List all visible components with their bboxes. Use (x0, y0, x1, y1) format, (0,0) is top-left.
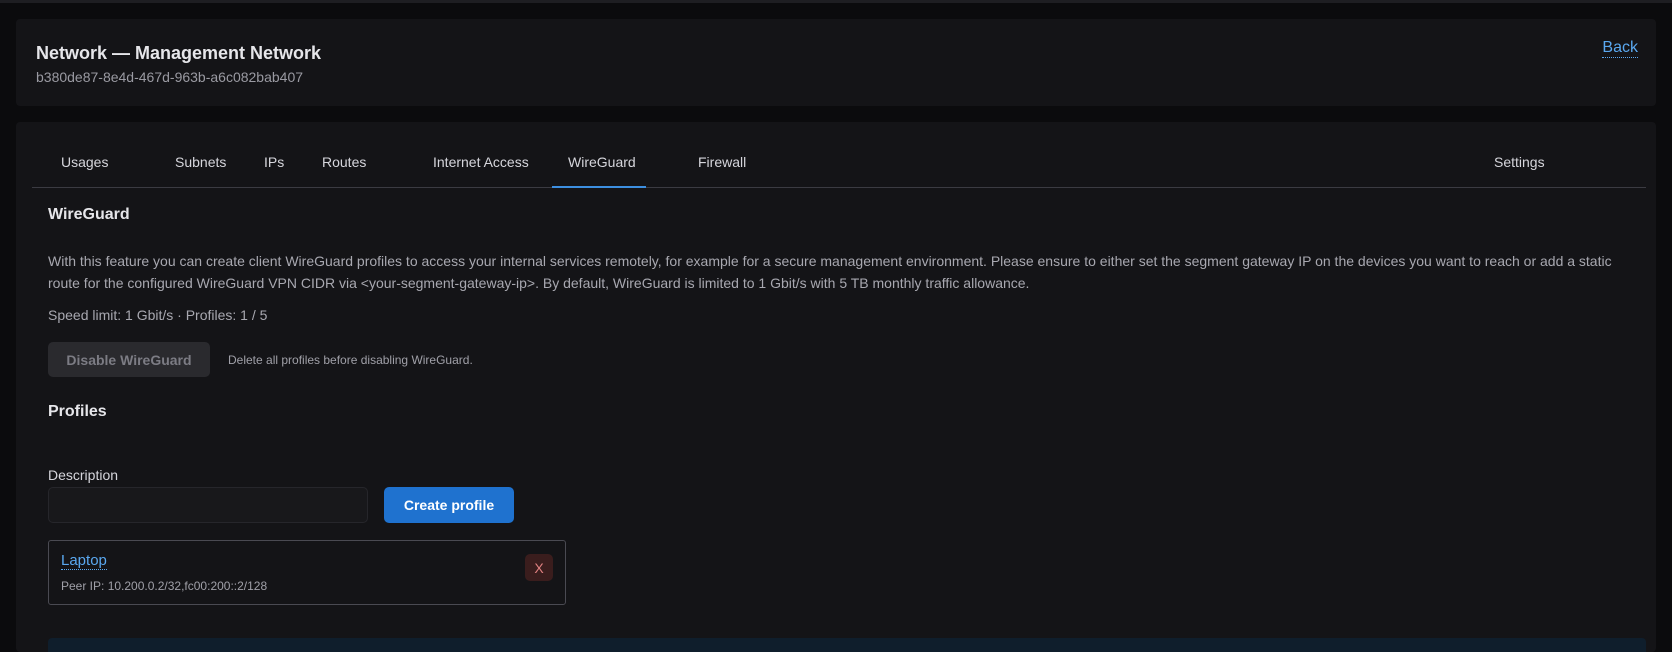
info-banner-edge (48, 638, 1646, 652)
create-profile-button[interactable]: Create profile (384, 487, 514, 523)
network-detail-panel: Usages Subnets IPs Routes Internet Acces… (16, 122, 1656, 652)
tab-settings[interactable]: Settings (1478, 148, 1561, 188)
tab-wireguard[interactable]: WireGuard (552, 148, 646, 188)
profile-peer-ip: Peer IP: 10.200.0.2/32,fc00:200::2/128 (61, 579, 268, 593)
back-link[interactable]: Back (1602, 39, 1638, 58)
profile-name-link[interactable]: Laptop (61, 552, 107, 570)
delete-profile-button[interactable]: X (525, 554, 553, 581)
tab-ips[interactable]: IPs (248, 148, 300, 188)
wireguard-description: With this feature you can create client … (48, 253, 1612, 291)
tab-subnets[interactable]: Subnets (159, 148, 242, 188)
speed-limit-info: Speed limit: 1 Gbit/s · Profiles: 1 / 5 (48, 307, 268, 323)
tab-routes[interactable]: Routes (306, 148, 382, 188)
description-input[interactable] (48, 487, 368, 523)
tab-firewall[interactable]: Firewall (682, 148, 762, 188)
tab-bar: Usages Subnets IPs Routes Internet Acces… (32, 148, 1646, 188)
wireguard-heading: WireGuard (48, 206, 130, 223)
page-title: Network — Management Network (36, 43, 322, 63)
network-id: b380de87-8e4d-467d-963b-a6c082bab407 (36, 69, 304, 85)
top-border (0, 0, 1672, 3)
disable-hint: Delete all profiles before disabling Wir… (228, 353, 473, 367)
profile-card: Laptop Peer IP: 10.200.0.2/32,fc00:200::… (48, 540, 566, 605)
description-label: Description (48, 467, 119, 483)
tab-internet-access[interactable]: Internet Access (417, 148, 545, 188)
disable-wireguard-button[interactable]: Disable WireGuard (48, 342, 210, 377)
tab-usages[interactable]: Usages (45, 148, 124, 188)
network-header: Network — Management Network b380de87-8e… (16, 19, 1656, 106)
profiles-heading: Profiles (48, 403, 107, 420)
